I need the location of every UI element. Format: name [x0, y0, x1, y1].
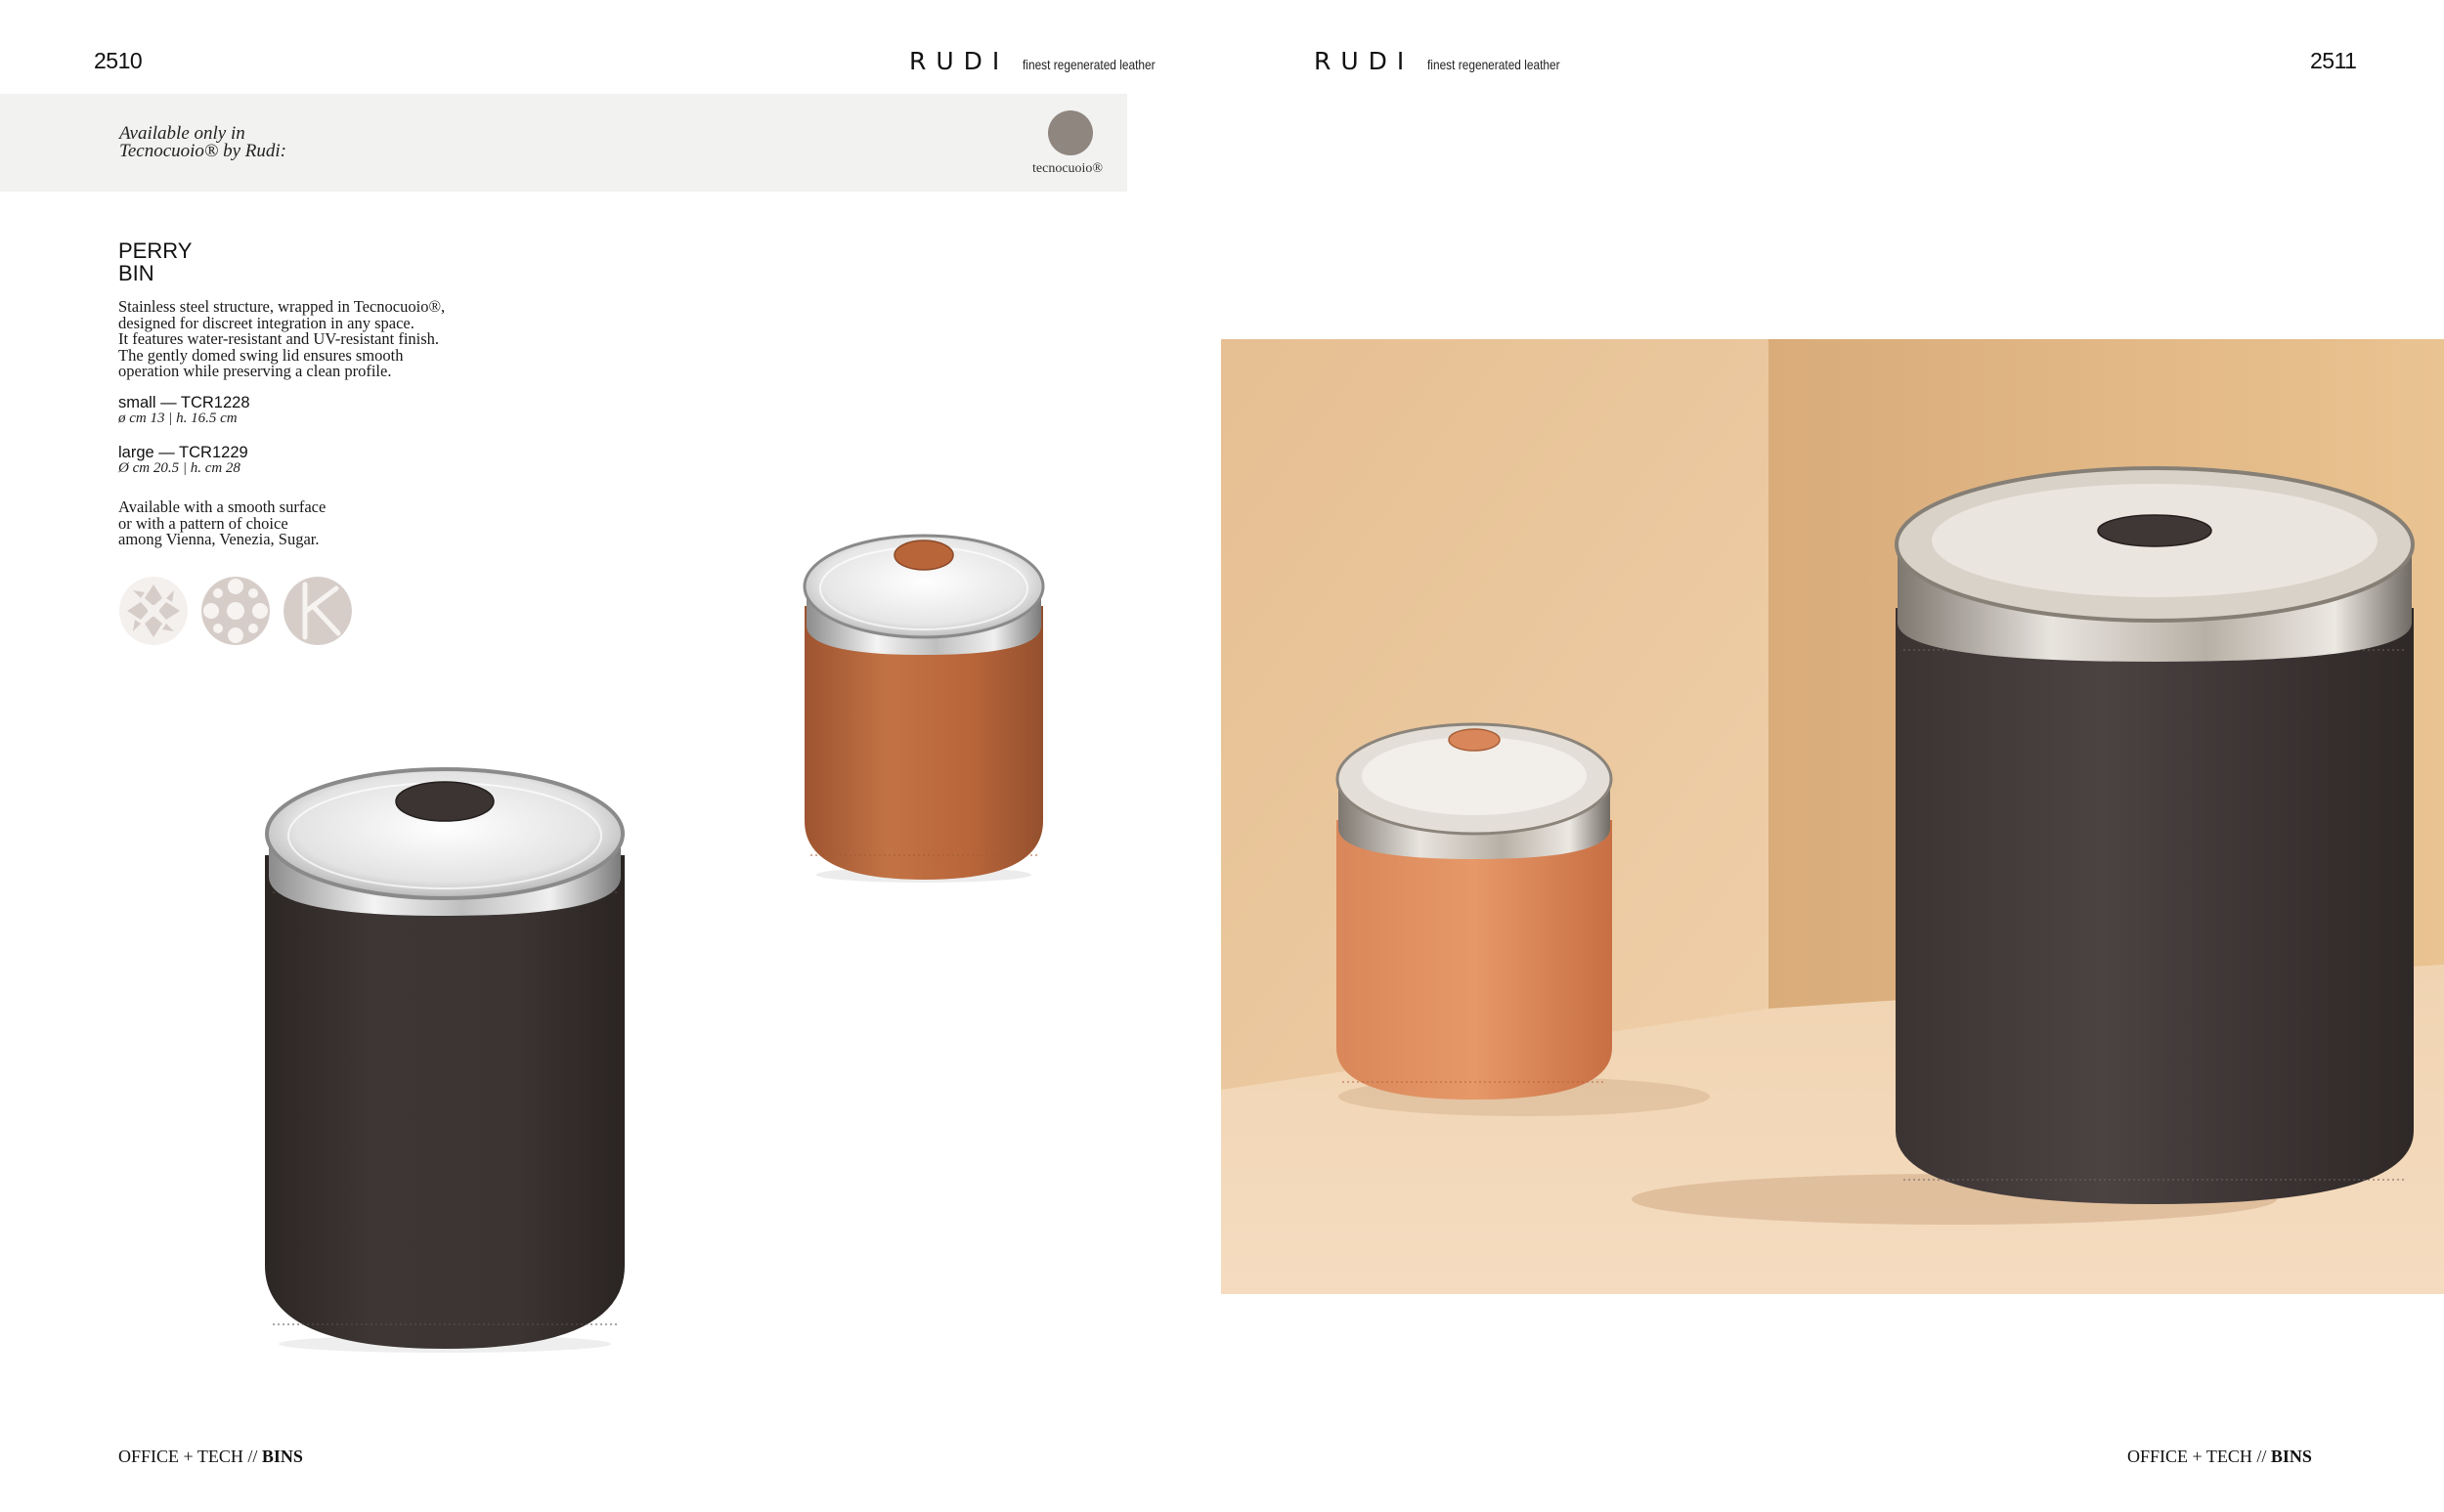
vienna-pattern-icon: [119, 577, 188, 645]
venezia-pattern-icon: [201, 577, 270, 645]
footer-section: OFFICE + TECH //: [2127, 1447, 2267, 1466]
variant-small: small — TCR1228 ø cm 13 | h. 16.5 cm: [118, 394, 250, 427]
brand-tagline: finest regenerated leather: [1427, 57, 1560, 72]
footer-left: OFFICE + TECH // BINS: [118, 1447, 303, 1467]
footer-category: BINS: [2270, 1447, 2312, 1466]
banner-text: Available only in Tecnocuoio® by Rudi:: [119, 124, 286, 161]
description-line: operation while preserving a clean profi…: [118, 362, 392, 380]
availability-line: among Vienna, Venezia, Sugar.: [118, 530, 320, 548]
brand-logo: RUDI: [1314, 47, 1415, 75]
lifestyle-photo: [1221, 339, 2444, 1294]
footer-right: OFFICE + TECH // BINS: [2127, 1447, 2312, 1467]
availability-text: Available with a smooth surface or with …: [118, 498, 326, 548]
brand-header-left: RUDI finest regenerated leather: [909, 47, 1179, 75]
variant-dimensions: ø cm 13 | h. 16.5 cm: [118, 410, 238, 426]
tecnocuoio-swatch: [1048, 110, 1093, 155]
product-title-line-1: PERRY: [118, 238, 193, 263]
page-number-left: 2510: [94, 48, 143, 73]
brand-logo: RUDI: [909, 47, 1010, 75]
footer-category: BINS: [261, 1447, 303, 1466]
brand-header-right: RUDI finest regenerated leather: [1314, 47, 1584, 75]
banner-line-2: Tecnocuoio® by Rudi:: [119, 141, 286, 161]
large-bin-image: [265, 767, 625, 1353]
swatch-label: tecnocuoio®: [1032, 161, 1104, 176]
variant-large: large — TCR1229 Ø cm 20.5 | h. cm 28: [118, 444, 248, 477]
product-title-line-2: BIN: [118, 261, 154, 285]
product-title: PERRY BIN: [118, 239, 192, 284]
footer-section: OFFICE + TECH //: [118, 1447, 258, 1466]
product-description: Stainless steel structure, wrapped in Te…: [118, 298, 529, 380]
brand-tagline: finest regenerated leather: [1023, 57, 1156, 72]
small-bin-image: [803, 534, 1045, 883]
variant-dimensions: Ø cm 20.5 | h. cm 28: [118, 460, 240, 476]
page-number-right: 2511: [2310, 48, 2357, 73]
sugar-pattern-icon: [284, 577, 352, 645]
